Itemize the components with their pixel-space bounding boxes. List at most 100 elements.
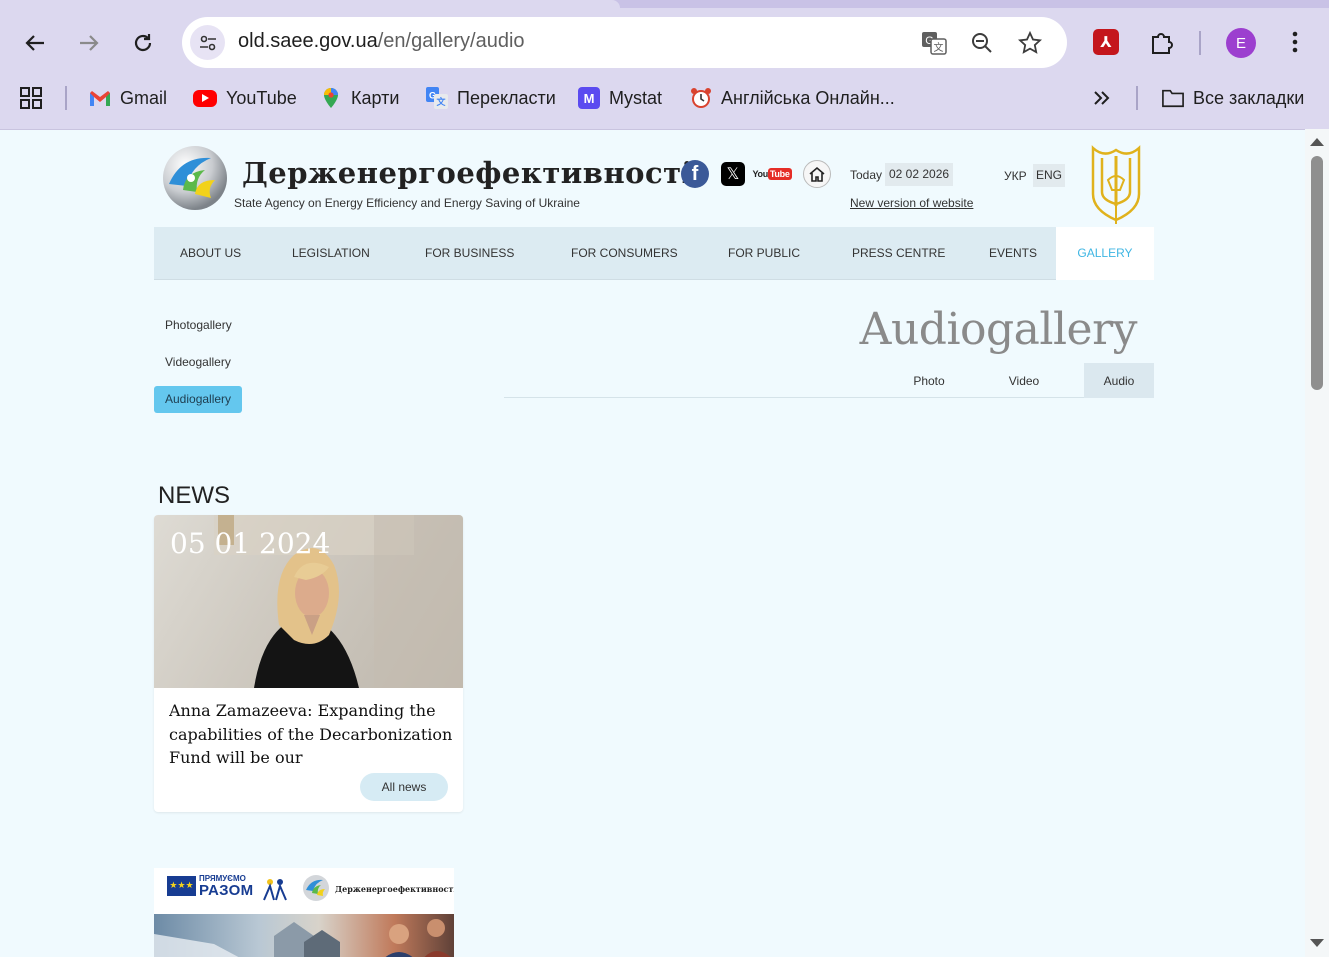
nav-gallery[interactable]: GALLERY — [1056, 227, 1154, 280]
nav-for-business[interactable]: FOR BUSINESS — [425, 227, 514, 280]
arrow-right-icon — [80, 35, 99, 51]
bookmark-youtube[interactable]: YouTube — [193, 78, 297, 118]
zoom-out-icon — [972, 33, 992, 53]
agency-logo-icon — [163, 146, 227, 210]
youtube-logo-icon: You Tube — [752, 168, 792, 180]
url-text[interactable]: old.saee.gov.ua/en/gallery/audio — [238, 30, 525, 53]
youtube-link[interactable]: You Tube — [752, 160, 792, 188]
side-nav-photogallery[interactable]: Photogallery — [154, 312, 243, 339]
kebab-menu-icon — [1292, 31, 1298, 53]
banner-line2: РАЗОМ — [199, 882, 254, 899]
tab-strip — [0, 0, 1329, 8]
agency-logo[interactable] — [161, 144, 229, 212]
back-button[interactable] — [18, 26, 52, 60]
puzzle-icon — [1152, 33, 1173, 54]
more-bookmarks-button[interactable] — [1093, 78, 1111, 118]
nav-for-public[interactable]: FOR PUBLIC — [728, 227, 800, 280]
agency-logo-small-icon — [303, 875, 329, 901]
people-logo-icon — [263, 879, 287, 901]
youtube-tube-text: Tube — [767, 168, 792, 180]
facebook-icon: f — [691, 162, 699, 185]
nav-press-centre[interactable]: PRESS CENTRE — [852, 227, 945, 280]
news-card[interactable]: 05 01 2024 Anna Zamazeeva: Expanding the… — [154, 515, 463, 812]
site-title[interactable]: Держенергоефективності — [242, 156, 693, 190]
web-page: Держенергоефективності State Agency on E… — [0, 129, 1305, 957]
extensions-button[interactable] — [1146, 26, 1178, 58]
lang-eng-link[interactable]: ENG — [1033, 164, 1065, 187]
all-bookmarks-button[interactable]: Все закладки — [1162, 78, 1304, 118]
main-navigation: ABOUT US LEGISLATION FOR BUSINESS FOR CO… — [154, 227, 1154, 280]
svg-text:文: 文 — [934, 41, 944, 54]
bookmark-english-online[interactable]: Англійська Онлайн... — [690, 78, 895, 118]
site-info-button[interactable] — [190, 25, 225, 60]
gmail-icon — [89, 87, 111, 109]
acrobat-icon: ⅄ — [1093, 29, 1119, 55]
translate-icon: G文 — [426, 87, 448, 109]
bookmark-maps[interactable]: Карти — [320, 78, 399, 118]
news-date: 05 01 2024 — [170, 527, 331, 560]
bookmark-label: Gmail — [120, 87, 168, 108]
maps-icon — [320, 87, 342, 109]
nav-events[interactable]: EVENTS — [989, 227, 1037, 280]
news-photo[interactable]: 05 01 2024 — [154, 515, 463, 688]
pryamuyemo-razom-banner[interactable]: ★★★ ПРЯМУЄМО РАЗОМ Держенергоефективност… — [154, 868, 454, 957]
new-version-link[interactable]: New version of website — [850, 196, 973, 210]
folder-icon — [1162, 87, 1184, 109]
zoom-button[interactable] — [968, 29, 996, 57]
reload-icon — [134, 34, 152, 52]
page-scrollbar[interactable] — [1305, 129, 1329, 957]
side-nav-videogallery[interactable]: Videogallery — [154, 349, 242, 376]
bookmark-star-button[interactable] — [1016, 29, 1044, 57]
pdf-extension-button[interactable]: ⅄ — [1090, 26, 1122, 58]
translate-page-button[interactable]: G文 — [920, 29, 948, 57]
news-title[interactable]: Anna Zamazeeva: Expanding the capabiliti… — [169, 699, 454, 771]
page-title: Audiogallery — [859, 304, 1138, 355]
bookmark-mystat[interactable]: M Mystat — [578, 78, 662, 118]
nav-for-consumers[interactable]: FOR CONSUMERS — [571, 227, 678, 280]
toolbar-divider — [1199, 31, 1201, 55]
nav-about-us[interactable]: ABOUT US — [180, 227, 241, 280]
all-news-button[interactable]: All news — [360, 773, 448, 801]
home-button[interactable] — [803, 160, 831, 188]
profile-avatar[interactable]: E — [1226, 28, 1256, 58]
bookmark-label: YouTube — [226, 87, 297, 108]
tab-video[interactable]: Video — [989, 363, 1059, 398]
mystat-icon: M — [578, 87, 600, 109]
bookmark-label: Карти — [351, 87, 400, 108]
scroll-thumb[interactable] — [1311, 156, 1323, 390]
apps-button[interactable] — [20, 78, 42, 118]
facebook-link[interactable]: f — [681, 160, 709, 188]
forward-button[interactable] — [72, 26, 106, 60]
banner-header: ★★★ ПРЯМУЄМО РАЗОМ Держенергоефективност… — [154, 868, 454, 914]
banner-photo — [154, 914, 454, 957]
tab-audio[interactable]: Audio — [1084, 363, 1154, 398]
trident-icon — [1091, 145, 1141, 224]
news-heading: NEWS — [158, 482, 230, 509]
lang-ukr-link[interactable]: УКР — [1004, 169, 1027, 183]
home-icon — [809, 166, 825, 182]
browser-menu-button[interactable] — [1279, 26, 1311, 58]
youtube-you-text: You — [752, 169, 768, 179]
side-nav-audiogallery[interactable]: Audiogallery — [154, 386, 243, 413]
active-tab[interactable] — [0, 0, 620, 8]
svg-text:文: 文 — [435, 96, 446, 108]
bookmark-label: Англійська Онлайн... — [721, 87, 895, 108]
nav-legislation[interactable]: LEGISLATION — [292, 227, 370, 280]
alarm-clock-icon — [690, 87, 712, 109]
bookmark-gmail[interactable]: Gmail — [89, 78, 167, 118]
today-date: 02 02 2026 — [885, 163, 954, 186]
today-label: Today — [850, 168, 883, 182]
address-bar[interactable]: old.saee.gov.ua/en/gallery/audio G文 — [182, 17, 1067, 68]
url-domain: old.saee.gov.ua — [238, 30, 378, 52]
bookmark-translate[interactable]: G文 Перекласти — [426, 78, 556, 118]
browser-chrome: old.saee.gov.ua/en/gallery/audio G文 ⅄ E … — [0, 0, 1329, 129]
bookmarks-divider — [1136, 86, 1138, 110]
google-translate-icon: G文 — [922, 32, 947, 55]
reload-button[interactable] — [126, 26, 160, 60]
x-icon: 𝕏 — [726, 166, 740, 183]
scroll-up-arrow[interactable] — [1310, 138, 1324, 146]
tab-photo[interactable]: Photo — [894, 363, 964, 398]
site-subtitle: State Agency on Energy Efficiency and En… — [234, 196, 580, 210]
scroll-down-arrow[interactable] — [1310, 939, 1324, 947]
x-link[interactable]: 𝕏 — [721, 162, 745, 186]
